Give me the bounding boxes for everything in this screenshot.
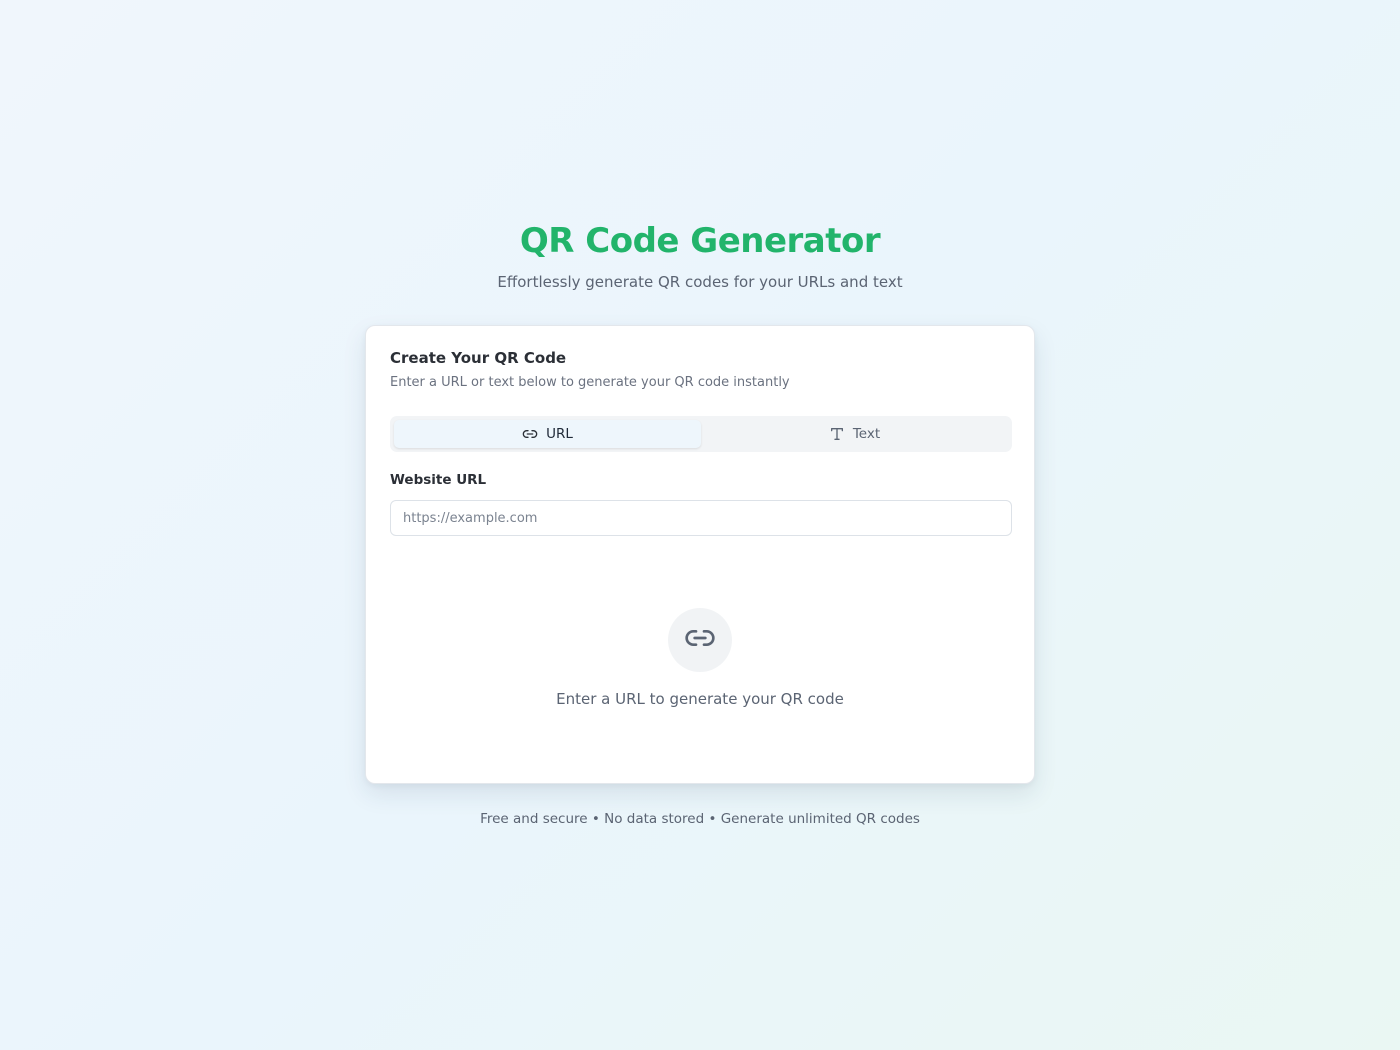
empty-state-message: Enter a URL to generate your QR code (556, 690, 844, 708)
page-title: QR Code Generator (519, 221, 881, 261)
tab-url[interactable]: URL (394, 420, 701, 448)
empty-state-icon-circle (668, 608, 732, 672)
qr-generator-card: Create Your QR Code Enter a URL or text … (365, 325, 1035, 784)
tab-text-label: Text (852, 426, 881, 442)
website-url-input[interactable] (390, 500, 1012, 536)
page-subtitle: Effortlessly generate QR codes for your … (497, 273, 903, 291)
card-title: Create Your QR Code (390, 349, 567, 367)
input-type-tabs: URL Text (390, 416, 1012, 452)
tab-url-label: URL (546, 426, 573, 442)
tab-text[interactable]: Text (701, 420, 1008, 448)
footer-note: Free and secure • No data stored • Gener… (480, 811, 920, 827)
link-icon (684, 622, 716, 658)
link-icon (522, 426, 538, 442)
text-type-icon (829, 426, 845, 442)
page-header: QR Code Generator Effortlessly generate … (0, 218, 1400, 292)
card-description: Enter a URL or text below to generate yo… (390, 375, 790, 390)
website-url-label: Website URL (390, 472, 487, 488)
